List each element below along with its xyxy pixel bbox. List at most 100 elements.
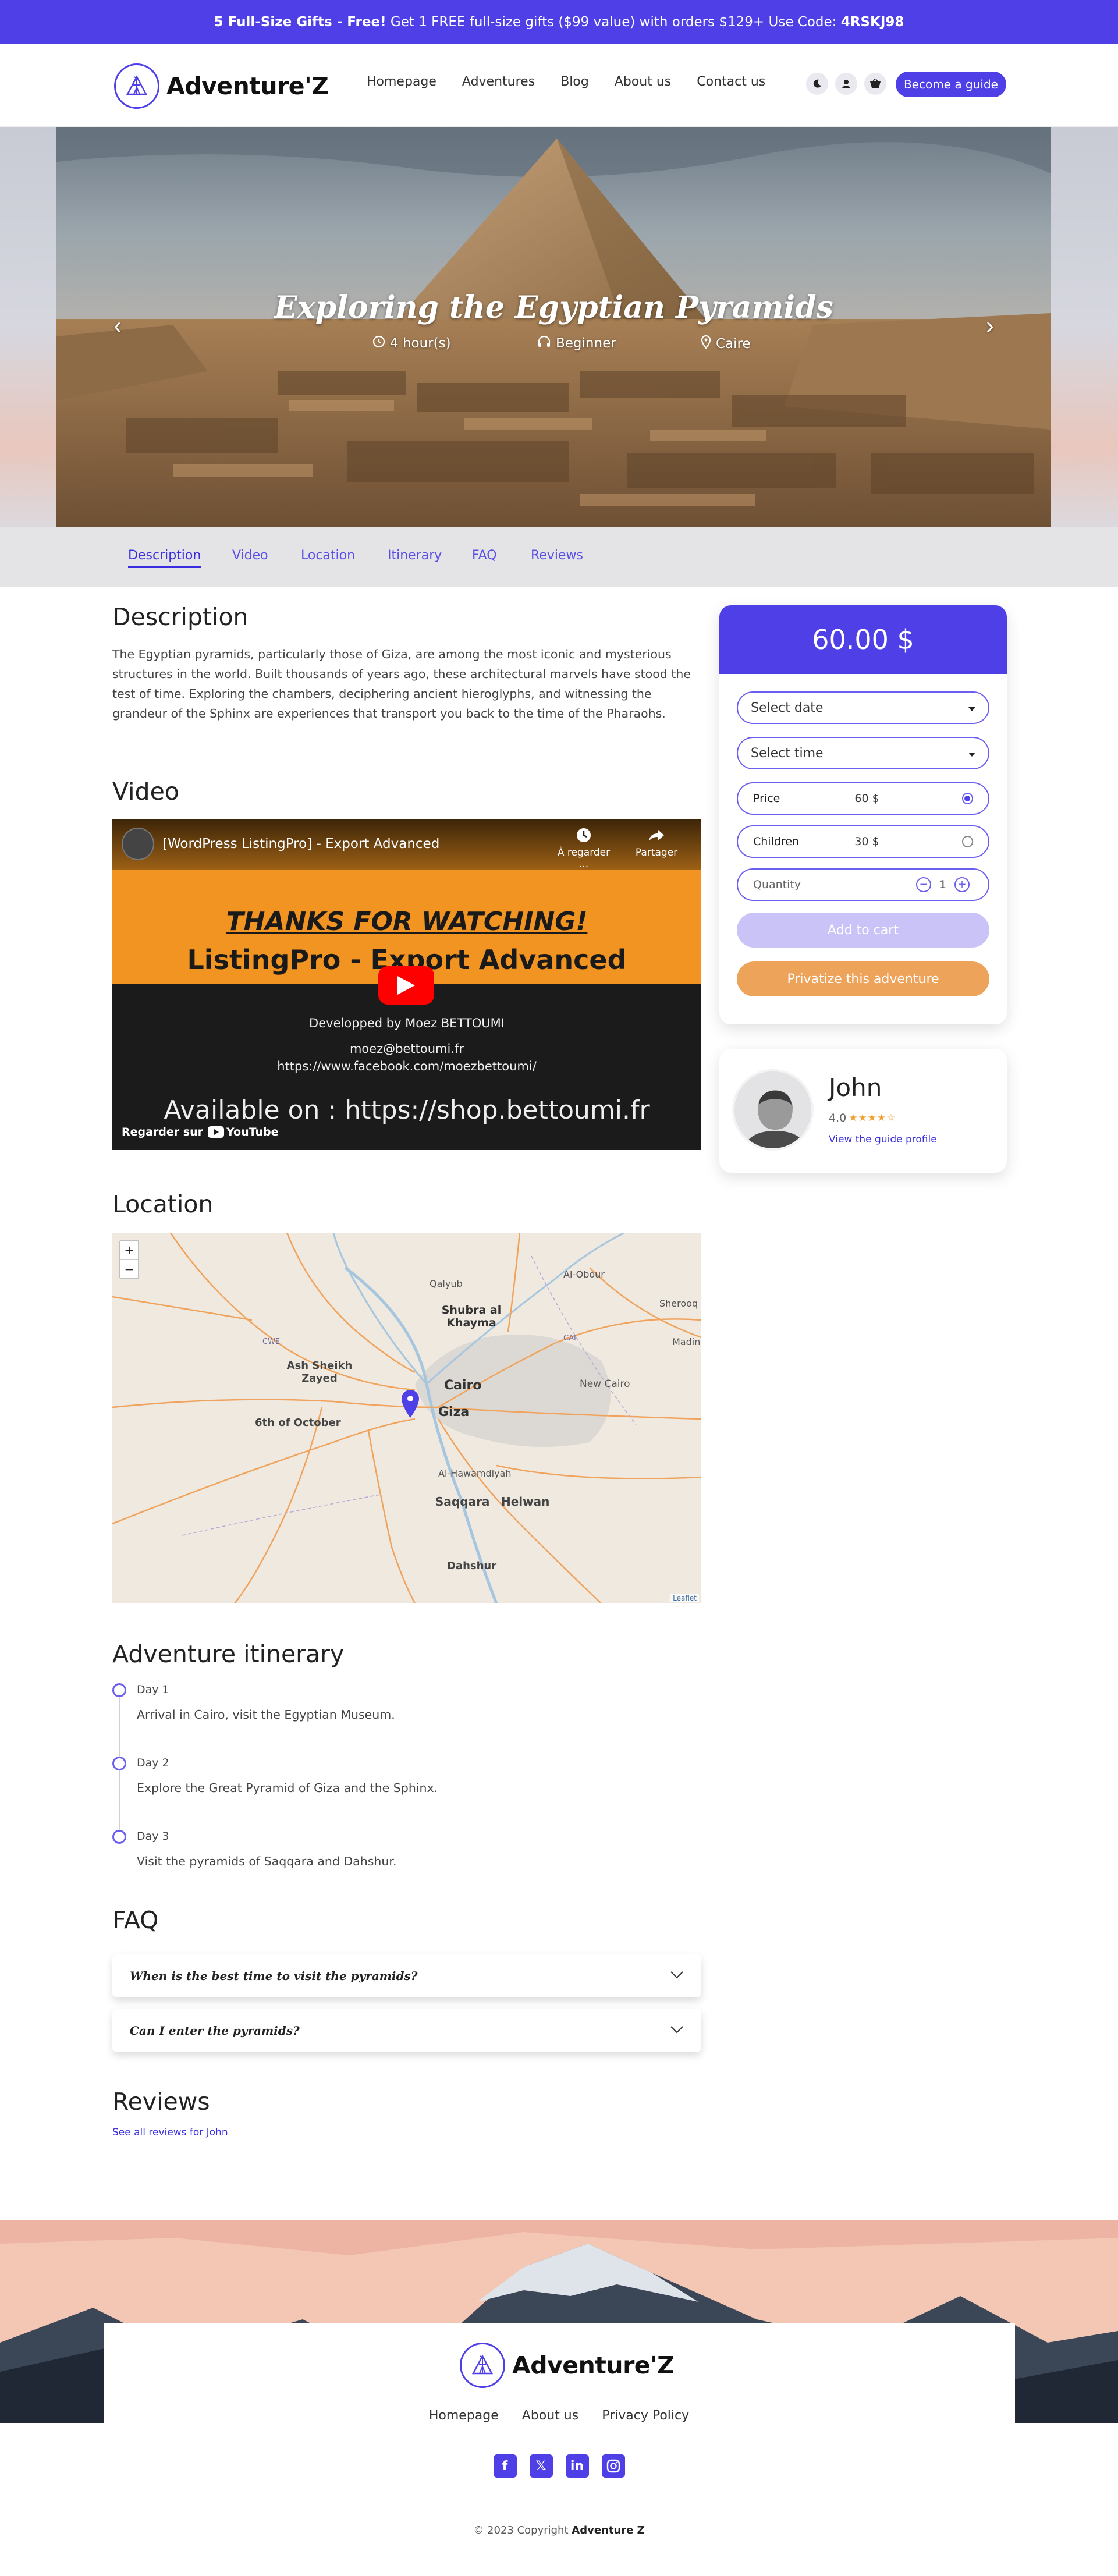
- price-option-label: Price: [753, 792, 780, 805]
- map-zoom-control: + −: [119, 1240, 139, 1279]
- tab-description[interactable]: Description: [128, 548, 201, 568]
- footer-logo-text: Adventure'Z: [512, 2351, 675, 2379]
- tab-faq[interactable]: FAQ: [472, 548, 497, 563]
- channel-avatar[interactable]: [122, 828, 154, 860]
- play-button-icon[interactable]: [378, 966, 434, 1005]
- footer-link-about[interactable]: About us: [522, 2408, 578, 2423]
- faq-item[interactable]: When is the best time to visit the pyram…: [112, 1954, 701, 1997]
- site-header: Adventure'Z Homepage Adventures Blog Abo…: [0, 44, 1118, 127]
- zoom-in-button[interactable]: +: [120, 1241, 138, 1259]
- carousel-next-arrow-icon[interactable]: ›: [978, 314, 1002, 338]
- instagram-icon[interactable]: [601, 2454, 625, 2478]
- description-text: The Egyptian pyramids, particularly thos…: [112, 647, 691, 721]
- nav-contact[interactable]: Contact us: [697, 74, 765, 89]
- site-logo[interactable]: Adventure'Z: [114, 63, 329, 109]
- map-label-hawamdiyah: Al-Hawamdiyah: [438, 1468, 512, 1479]
- tab-video[interactable]: Video: [232, 548, 268, 563]
- linkedin-icon[interactable]: in: [565, 2454, 589, 2478]
- tab-itinerary[interactable]: Itinerary: [388, 548, 442, 563]
- user-icon[interactable]: [835, 73, 857, 95]
- watch-on-youtube-link[interactable]: Regarder sur YouTube: [122, 1126, 278, 1138]
- view-guide-profile-link[interactable]: View the guide profile: [829, 1134, 937, 1145]
- itinerary-day-text: Arrival in Cairo, visit the Egyptian Mus…: [137, 1708, 395, 1722]
- avatar: [732, 1069, 814, 1151]
- itinerary-day-text: Explore the Great Pyramid of Giza and th…: [137, 1781, 438, 1795]
- youtube-player[interactable]: [WordPress ListingPro] - Export Advanced…: [112, 819, 701, 1150]
- main-nav: Homepage Adventures Blog About us Contac…: [367, 74, 765, 89]
- guide-name: John: [829, 1073, 882, 1102]
- radio-unselected-icon[interactable]: [961, 836, 973, 847]
- add-to-cart-button[interactable]: Add to cart: [737, 913, 989, 948]
- select-date-dropdown[interactable]: Select date: [737, 691, 989, 724]
- timeline-dot-icon: [112, 1757, 126, 1770]
- price-option-children[interactable]: Children 30 $: [737, 825, 989, 858]
- tab-reviews[interactable]: Reviews: [531, 548, 583, 563]
- watch-later-label: À regarder ...: [557, 847, 611, 870]
- hero-carousel: Exploring the Egyptian Pyramids 4 hour(s…: [0, 127, 1118, 527]
- promo-text: Get 1 FREE full-size gifts ($99 value) w…: [390, 15, 837, 30]
- map-label-saqqara: Saqqara: [435, 1495, 490, 1509]
- privatize-button[interactable]: Privatize this adventure: [737, 961, 989, 996]
- tab-location[interactable]: Location: [301, 548, 355, 563]
- map-label-october: 6th of October: [255, 1417, 341, 1429]
- nav-about[interactable]: About us: [615, 74, 671, 89]
- price-option-adult[interactable]: Price 60 $: [737, 782, 989, 815]
- itinerary-day-label: Day 3: [137, 1830, 169, 1843]
- map-label-cwe: CWE: [262, 1337, 281, 1346]
- faq-title: FAQ: [112, 1906, 159, 1934]
- become-guide-button[interactable]: Become a guide: [896, 72, 1006, 97]
- itinerary-day-label: Day 2: [137, 1757, 169, 1769]
- itinerary-title: Adventure itinerary: [112, 1640, 345, 1668]
- footer-link-privacy[interactable]: Privacy Policy: [602, 2408, 689, 2423]
- facebook-icon[interactable]: f: [493, 2454, 517, 2478]
- video-available-text: Available on : https://shop.bettoumi.fr: [164, 1095, 650, 1125]
- map-label-cai: CAI: [563, 1334, 576, 1343]
- faq-item[interactable]: Can I enter the pyramids?: [112, 2009, 701, 2052]
- watch-on-label: Regarder sur: [122, 1126, 203, 1138]
- share-button[interactable]: Partager: [624, 826, 688, 858]
- footer-logo[interactable]: Adventure'Z: [460, 2343, 675, 2388]
- video-yt-title[interactable]: [WordPress ListingPro] - Export Advanced: [162, 836, 439, 851]
- promo-code: 4RSKJ98: [840, 15, 904, 30]
- caret-down-icon: [968, 746, 975, 761]
- timeline-dot-icon: [112, 1683, 126, 1697]
- plus-icon[interactable]: +: [954, 877, 970, 892]
- map-label-helwan: Helwan: [501, 1495, 550, 1509]
- caret-down-icon: [968, 701, 975, 715]
- map-attribution[interactable]: Leaflet: [670, 1594, 699, 1602]
- footer-link-homepage[interactable]: Homepage: [429, 2408, 499, 2423]
- select-date-label: Select date: [751, 700, 824, 715]
- location-pin-icon: [701, 335, 711, 353]
- nav-homepage[interactable]: Homepage: [367, 74, 436, 89]
- zoom-out-button[interactable]: −: [120, 1259, 138, 1278]
- reviews-title: Reviews: [112, 2088, 210, 2116]
- cart-icon[interactable]: [864, 73, 886, 95]
- watch-later-button[interactable]: À regarder ...: [552, 826, 616, 870]
- nav-adventures[interactable]: Adventures: [462, 74, 535, 89]
- guide-card: John 4.0 ★★★★☆ View the guide profile: [719, 1049, 1007, 1173]
- location-title: Location: [112, 1190, 214, 1218]
- faq-question: When is the best time to visit the pyram…: [130, 1969, 418, 1983]
- clock-icon: [552, 826, 616, 847]
- minus-icon[interactable]: −: [916, 877, 931, 892]
- nav-blog[interactable]: Blog: [560, 74, 589, 89]
- location-map[interactable]: + − Cairo Giza Shubra al Khayma Qalyub A…: [112, 1233, 701, 1603]
- video-email-text: moez@bettoumi.fr: [349, 1042, 464, 1056]
- video-top-bar: [WordPress ListingPro] - Export Advanced…: [112, 819, 701, 870]
- copyright-text: © 2023 Copyright: [473, 2524, 569, 2536]
- map-label-dahshur: Dahshur: [447, 1560, 497, 1572]
- quantity-value[interactable]: 1: [931, 878, 954, 891]
- dark-mode-icon[interactable]: [806, 73, 828, 95]
- promo-strong: 5 Full-Size Gifts - Free!: [214, 15, 386, 30]
- carousel-prev-arrow-icon[interactable]: ‹: [106, 314, 129, 338]
- chevron-down-icon: [670, 1971, 684, 1982]
- pyramids-photo: [56, 127, 1051, 527]
- map-label-qalyub: Qalyub: [430, 1278, 463, 1289]
- see-all-reviews-link[interactable]: See all reviews for John: [112, 2127, 228, 2138]
- hero-level: Beginner: [537, 335, 616, 352]
- map-marker-pin-icon[interactable]: [400, 1389, 420, 1419]
- clock-icon: [372, 335, 385, 352]
- select-time-dropdown[interactable]: Select time: [737, 737, 989, 769]
- radio-selected-icon[interactable]: [961, 793, 973, 804]
- x-icon[interactable]: 𝕏: [529, 2454, 553, 2478]
